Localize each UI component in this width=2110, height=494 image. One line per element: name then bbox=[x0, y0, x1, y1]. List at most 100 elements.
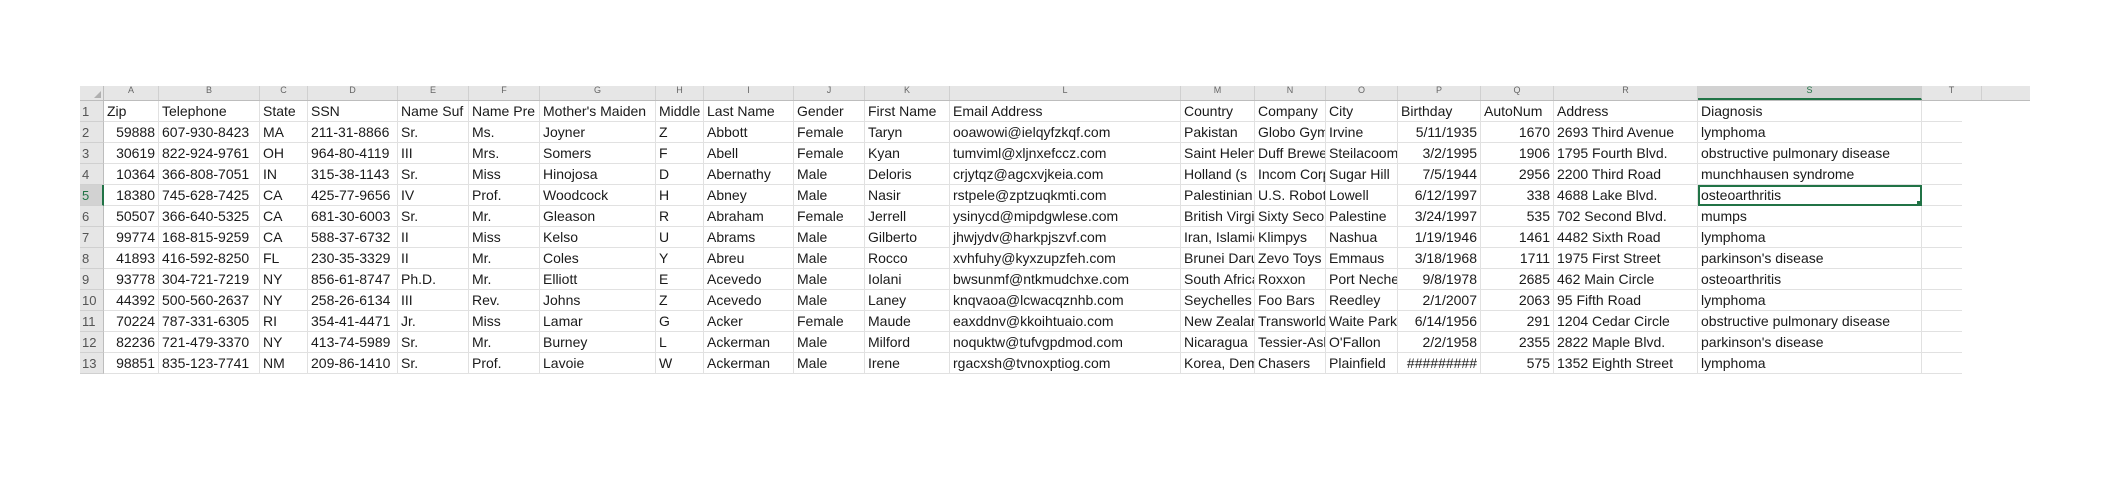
data-cell[interactable]: Coles bbox=[540, 248, 656, 269]
data-cell[interactable]: Taryn bbox=[865, 122, 950, 143]
data-cell[interactable]: obstructive pulmonary disease bbox=[1698, 143, 1922, 164]
data-cell[interactable]: 304-721-7219 bbox=[159, 269, 260, 290]
data-cell[interactable]: Brunei Darussalam bbox=[1181, 248, 1255, 269]
column-header-o[interactable]: O bbox=[1326, 86, 1398, 100]
data-cell[interactable]: 3/2/1995 bbox=[1398, 143, 1481, 164]
data-cell[interactable]: eaxddnv@kkoihtuaio.com bbox=[950, 311, 1181, 332]
data-cell[interactable]: xvhfuhy@kyxzupzfeh.com bbox=[950, 248, 1181, 269]
data-cell[interactable]: Milford bbox=[865, 332, 950, 353]
data-cell[interactable]: Incom Corp bbox=[1255, 164, 1326, 185]
data-cell[interactable]: Waite Park bbox=[1326, 311, 1398, 332]
data-cell[interactable]: Steilacoom bbox=[1326, 143, 1398, 164]
data-cell[interactable]: H bbox=[656, 185, 704, 206]
column-title-cell[interactable]: AutoNum bbox=[1481, 101, 1554, 122]
data-cell[interactable]: CA bbox=[260, 185, 308, 206]
data-cell[interactable]: 2063 bbox=[1481, 290, 1554, 311]
data-cell[interactable]: CA bbox=[260, 227, 308, 248]
column-title-cell[interactable]: Telephone bbox=[159, 101, 260, 122]
data-cell[interactable]: 535 bbox=[1481, 206, 1554, 227]
row-number[interactable]: 13 bbox=[80, 353, 104, 374]
column-title-cell[interactable]: Country bbox=[1181, 101, 1255, 122]
data-cell[interactable]: Globo Gym bbox=[1255, 122, 1326, 143]
row-number[interactable]: 8 bbox=[80, 248, 104, 269]
column-header-d[interactable]: D bbox=[308, 86, 398, 100]
data-cell[interactable]: 787-331-6305 bbox=[159, 311, 260, 332]
data-cell[interactable]: Acevedo bbox=[704, 290, 794, 311]
data-cell[interactable]: Chasers bbox=[1255, 353, 1326, 374]
data-cell[interactable]: Female bbox=[794, 311, 865, 332]
data-cell[interactable]: Acevedo bbox=[704, 269, 794, 290]
data-cell[interactable]: 6/14/1956 bbox=[1398, 311, 1481, 332]
data-cell[interactable]: 366-640-5325 bbox=[159, 206, 260, 227]
spreadsheet-grid[interactable]: ABCDEFGHIJKLMNOPQRST 1 Zip Telephone State S… bbox=[80, 86, 2030, 386]
empty-cell[interactable] bbox=[1922, 353, 1962, 374]
row-number[interactable]: 6 bbox=[80, 206, 104, 227]
data-cell[interactable]: 1204 Cedar Circle bbox=[1554, 311, 1698, 332]
data-cell[interactable]: Miss bbox=[469, 227, 540, 248]
data-cell[interactable]: Palestine bbox=[1326, 206, 1398, 227]
data-cell[interactable]: 44392 bbox=[104, 290, 159, 311]
data-cell[interactable]: 1795 Fourth Blvd. bbox=[1554, 143, 1698, 164]
data-cell[interactable]: 99774 bbox=[104, 227, 159, 248]
data-cell[interactable]: Joyner bbox=[540, 122, 656, 143]
data-cell[interactable]: Burney bbox=[540, 332, 656, 353]
data-cell[interactable]: Male bbox=[794, 164, 865, 185]
data-cell[interactable]: Sr. bbox=[398, 122, 469, 143]
empty-cell[interactable] bbox=[1922, 143, 1962, 164]
data-cell[interactable]: Rev. bbox=[469, 290, 540, 311]
data-cell[interactable]: III bbox=[398, 290, 469, 311]
data-cell[interactable]: Foo Bars bbox=[1255, 290, 1326, 311]
data-cell[interactable]: ######### bbox=[1398, 353, 1481, 374]
data-cell[interactable]: knqvaoa@lcwacqznhb.com bbox=[950, 290, 1181, 311]
column-title-cell[interactable]: Email Address bbox=[950, 101, 1181, 122]
data-cell[interactable]: 338 bbox=[1481, 185, 1554, 206]
data-cell[interactable]: Ackerman bbox=[704, 332, 794, 353]
data-cell[interactable]: W bbox=[656, 353, 704, 374]
column-header-c[interactable]: C bbox=[260, 86, 308, 100]
data-cell[interactable]: Roxxon bbox=[1255, 269, 1326, 290]
data-cell[interactable]: 2685 bbox=[1481, 269, 1554, 290]
column-title-cell[interactable]: Middle bbox=[656, 101, 704, 122]
row-number[interactable]: 2 bbox=[80, 122, 104, 143]
data-cell[interactable]: ooawowi@ielqyfzkqf.com bbox=[950, 122, 1181, 143]
data-cell[interactable]: Kelso bbox=[540, 227, 656, 248]
column-title-cell[interactable]: SSN bbox=[308, 101, 398, 122]
data-cell[interactable]: 4482 Sixth Road bbox=[1554, 227, 1698, 248]
empty-cell[interactable] bbox=[1922, 101, 1962, 122]
empty-cell[interactable] bbox=[1922, 269, 1962, 290]
data-cell[interactable]: 315-38-1143 bbox=[308, 164, 398, 185]
data-cell[interactable]: 588-37-6732 bbox=[308, 227, 398, 248]
column-title-cell[interactable]: Address bbox=[1554, 101, 1698, 122]
data-cell[interactable]: Mr. bbox=[469, 269, 540, 290]
data-cell[interactable]: rgacxsh@tvnoxptiog.com bbox=[950, 353, 1181, 374]
data-cell[interactable]: osteoarthritis bbox=[1698, 269, 1922, 290]
data-cell[interactable]: Y bbox=[656, 248, 704, 269]
data-cell[interactable]: 59888 bbox=[104, 122, 159, 143]
data-cell[interactable]: 416-592-8250 bbox=[159, 248, 260, 269]
empty-cell[interactable] bbox=[1922, 290, 1962, 311]
data-cell[interactable]: 230-35-3329 bbox=[308, 248, 398, 269]
data-cell[interactable]: Z bbox=[656, 122, 704, 143]
data-cell[interactable]: South Africa bbox=[1181, 269, 1255, 290]
column-title-cell[interactable]: Zip bbox=[104, 101, 159, 122]
column-title-cell[interactable]: Gender bbox=[794, 101, 865, 122]
data-cell[interactable]: rstpele@zptzuqkmti.com bbox=[950, 185, 1181, 206]
row-number[interactable]: 12 bbox=[80, 332, 104, 353]
data-cell[interactable]: Reedley bbox=[1326, 290, 1398, 311]
data-cell[interactable]: 209-86-1410 bbox=[308, 353, 398, 374]
row-number[interactable]: 7 bbox=[80, 227, 104, 248]
data-cell[interactable]: Somers bbox=[540, 143, 656, 164]
data-cell[interactable]: British Virgin bbox=[1181, 206, 1255, 227]
data-cell[interactable]: Transworld bbox=[1255, 311, 1326, 332]
data-cell[interactable]: Lavoie bbox=[540, 353, 656, 374]
column-header-m[interactable]: M bbox=[1181, 86, 1255, 100]
data-cell[interactable]: 6/12/1997 bbox=[1398, 185, 1481, 206]
data-cell[interactable]: 856-61-8747 bbox=[308, 269, 398, 290]
data-cell[interactable]: lymphoma bbox=[1698, 290, 1922, 311]
data-cell[interactable]: crjytqz@agcxvjkeia.com bbox=[950, 164, 1181, 185]
data-cell[interactable]: Miss bbox=[469, 164, 540, 185]
data-cell[interactable]: Lowell bbox=[1326, 185, 1398, 206]
data-cell[interactable]: jhwjydv@harkpjszvf.com bbox=[950, 227, 1181, 248]
data-cell[interactable]: 9/8/1978 bbox=[1398, 269, 1481, 290]
data-cell[interactable]: 2355 bbox=[1481, 332, 1554, 353]
